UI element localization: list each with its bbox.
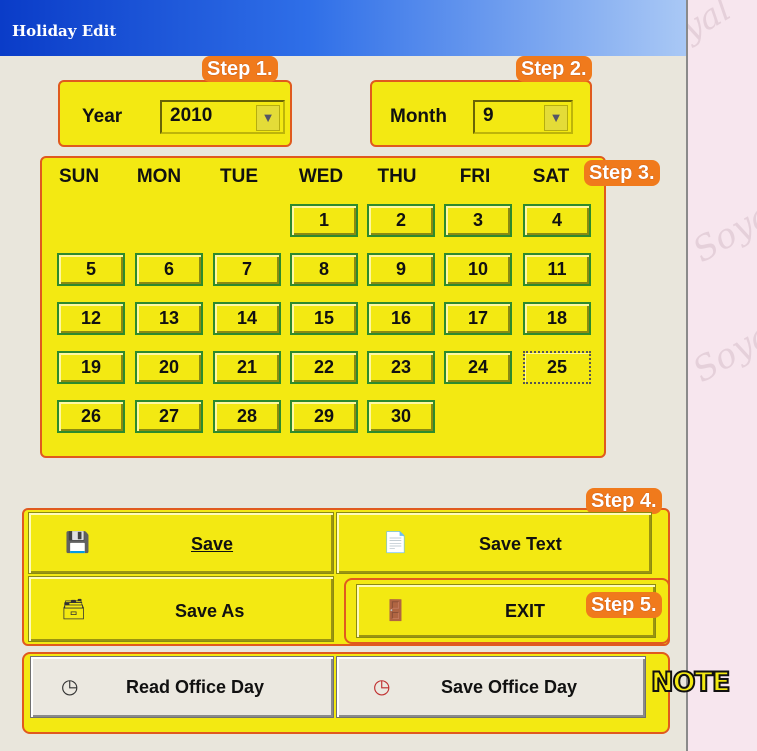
day-button-25[interactable]: 25	[523, 351, 591, 384]
read-office-day-button[interactable]: ◷ Read Office Day	[30, 656, 334, 718]
day-button-2[interactable]: 2	[367, 204, 435, 237]
weekday-label: TUE	[220, 166, 258, 187]
save-as-label: Save As	[175, 601, 245, 621]
floppy-icon: 💾	[65, 532, 90, 554]
day-button-28[interactable]: 28	[213, 400, 281, 433]
step-2-badge: Step 2.	[516, 56, 592, 82]
day-button-21[interactable]: 21	[213, 351, 281, 384]
day-button-27[interactable]: 27	[135, 400, 203, 433]
read-office-day-label: Read Office Day	[126, 677, 265, 697]
month-select[interactable]: 9 ▼	[473, 100, 573, 134]
year-label: Year	[82, 106, 123, 127]
exit-label: EXIT	[505, 601, 546, 621]
day-button-5[interactable]: 5	[57, 253, 125, 286]
day-button-29[interactable]: 29	[290, 400, 358, 433]
day-button-26[interactable]: 26	[57, 400, 125, 433]
save-button[interactable]: 💾 Save	[28, 512, 334, 574]
clock-icon: ◷	[373, 676, 391, 698]
save-as-button[interactable]: 🗃 Save As	[28, 576, 334, 642]
text-file-icon: 📄	[383, 532, 408, 554]
title-bar[interactable]: Holiday Edit	[0, 0, 686, 56]
day-button-13[interactable]: 13	[135, 302, 203, 335]
weekday-label: WED	[298, 166, 344, 187]
day-button-3[interactable]: 3	[444, 204, 512, 237]
day-button-4[interactable]: 4	[523, 204, 591, 237]
year-select[interactable]: 2010 ▼	[160, 100, 285, 134]
exit-door-icon: 🚪	[383, 600, 408, 622]
day-button-8[interactable]: 8	[290, 253, 358, 286]
month-label: Month	[390, 106, 447, 127]
day-button-1[interactable]: 1	[290, 204, 358, 237]
day-button-7[interactable]: 7	[213, 253, 281, 286]
day-button-18[interactable]: 18	[523, 302, 591, 335]
day-button-24[interactable]: 24	[444, 351, 512, 384]
weekday-label: SAT	[532, 166, 570, 187]
watermark: Soyal	[686, 309, 757, 391]
day-button-15[interactable]: 15	[290, 302, 358, 335]
clock-icon: ◷	[61, 676, 79, 698]
save-office-day-label: Save Office Day	[441, 677, 578, 697]
day-button-11[interactable]: 11	[523, 253, 591, 286]
watermark: Soyal	[686, 189, 757, 271]
chevron-down-icon[interactable]: ▼	[256, 105, 280, 131]
day-button-23[interactable]: 23	[367, 351, 435, 384]
day-button-9[interactable]: 9	[367, 253, 435, 286]
chevron-down-icon[interactable]: ▼	[544, 105, 568, 131]
day-button-14[interactable]: 14	[213, 302, 281, 335]
day-button-22[interactable]: 22	[290, 351, 358, 384]
window-title: Holiday Edit	[12, 22, 117, 40]
day-button-30[interactable]: 30	[367, 400, 435, 433]
weekday-label: THU	[377, 166, 417, 187]
day-button-19[interactable]: 19	[57, 351, 125, 384]
year-value: 2010	[170, 105, 213, 126]
month-value: 9	[483, 105, 494, 126]
save-label: Save	[191, 534, 234, 554]
save-text-label: Save Text	[479, 534, 562, 554]
save-text-button[interactable]: 📄 Save Text	[336, 512, 652, 574]
weekday-label: FRI	[459, 166, 491, 187]
day-button-12[interactable]: 12	[57, 302, 125, 335]
weekday-label: SUN	[58, 166, 100, 187]
step-5-badge: Step 5.	[586, 592, 662, 618]
day-button-6[interactable]: 6	[135, 253, 203, 286]
save-office-day-button[interactable]: ◷ Save Office Day	[336, 656, 646, 718]
day-button-16[interactable]: 16	[367, 302, 435, 335]
multi-floppy-icon: 🗃	[61, 599, 87, 621]
step-4-badge: Step 4.	[586, 488, 662, 514]
note-label: NOTE	[650, 666, 731, 699]
weekday-label: MON	[136, 166, 182, 187]
day-button-10[interactable]: 10	[444, 253, 512, 286]
day-button-20[interactable]: 20	[135, 351, 203, 384]
step-1-badge: Step 1.	[202, 56, 278, 82]
step-3-badge: Step 3.	[584, 160, 660, 186]
day-button-17[interactable]: 17	[444, 302, 512, 335]
holiday-edit-window: Holiday Edit Step 1. Year 2010 ▼ Step 2.…	[0, 0, 688, 751]
